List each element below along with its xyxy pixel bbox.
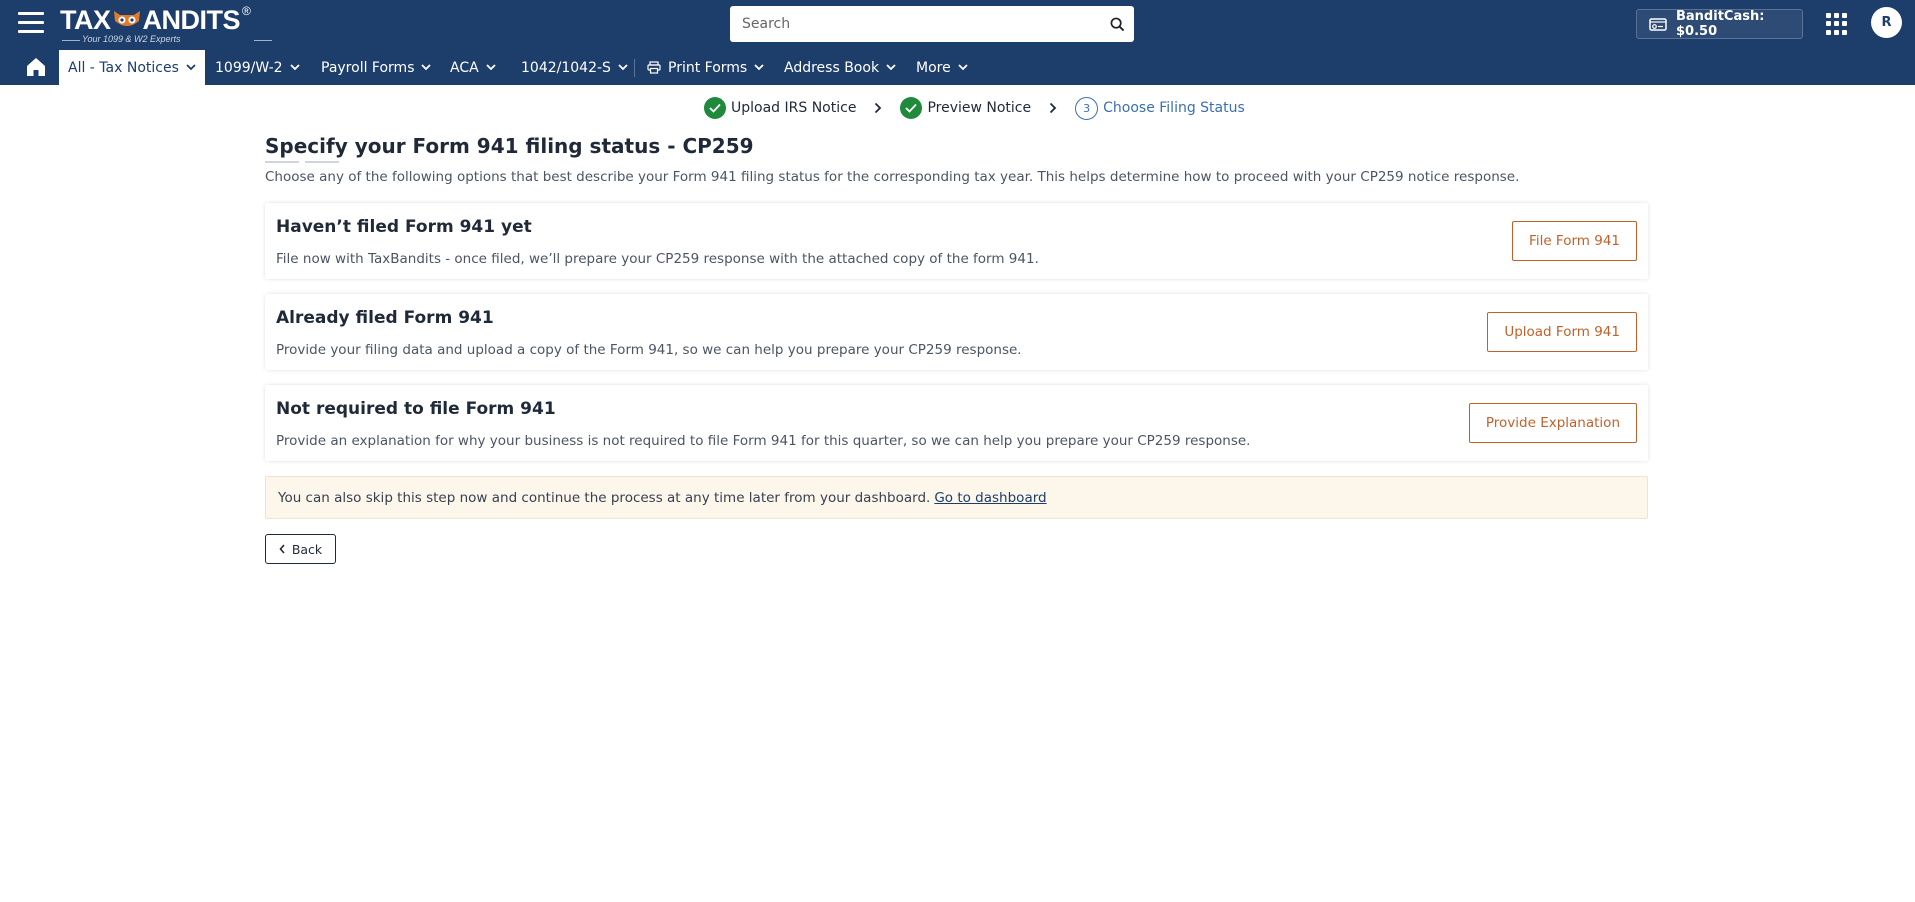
step-choose-filing-status: Choose Filing Status — [1103, 100, 1245, 116]
option-title: Already filed Form 941 — [276, 308, 494, 328]
logo-text-left: TAX — [60, 5, 111, 35]
chevron-right-icon — [1049, 102, 1057, 114]
chevron-down-icon — [886, 64, 896, 71]
nav-more[interactable]: More — [916, 50, 968, 85]
option-card-not-required: Not required to file Form 941 Provide an… — [265, 385, 1648, 461]
chevron-right-icon — [874, 102, 882, 114]
nav-all-tax-notices[interactable]: All - Tax Notices — [59, 50, 205, 85]
nav-item-label: Payroll Forms — [321, 59, 415, 76]
provide-explanation-button[interactable]: Provide Explanation — [1468, 403, 1637, 443]
nav-item-label: 1042/1042-S — [521, 59, 611, 76]
option-description: Provide your filing data and upload a co… — [276, 342, 1022, 358]
skip-text: You can also skip this step now and cont… — [278, 489, 931, 506]
option-title: Haven’t filed Form 941 yet — [276, 217, 532, 237]
search-box — [730, 6, 1134, 42]
home-icon[interactable] — [25, 56, 47, 78]
go-to-dashboard-link[interactable]: Go to dashboard — [934, 490, 1046, 506]
bandit-cash-button[interactable]: BanditCash: $0.50 — [1636, 9, 1803, 39]
chevron-down-icon — [186, 64, 196, 71]
progress-stepper: Upload IRS Notice Preview Notice 3 Choos… — [704, 96, 1245, 120]
nav-1099-w2[interactable]: 1099/W-2 — [215, 50, 300, 85]
chevron-down-icon — [618, 64, 628, 71]
search-icon[interactable] — [1100, 6, 1134, 42]
owl-mask-icon — [112, 7, 142, 29]
search-input[interactable] — [730, 6, 1100, 42]
chevron-left-icon — [279, 544, 285, 554]
skip-info-banner: You can also skip this step now and cont… — [265, 476, 1648, 519]
option-description: Provide an explanation for why your busi… — [276, 433, 1251, 449]
option-description: File now with TaxBandits - once filed, w… — [276, 251, 1039, 267]
logo-tagline: Your 1099 & W2 Experts — [61, 34, 273, 44]
wallet-icon — [1649, 17, 1667, 32]
nav-divider — [634, 59, 635, 77]
hamburger-menu-icon[interactable] — [18, 12, 44, 34]
top-header: TAX ANDITS ® Your 1099 & W2 Experts Sear… — [0, 0, 1915, 85]
apps-grid-icon[interactable] — [1826, 13, 1848, 35]
logo-registered-mark: ® — [242, 4, 251, 18]
chevron-down-icon — [421, 64, 432, 71]
logo-text-right: ANDITS — [142, 5, 241, 35]
option-title: Not required to file Form 941 — [276, 399, 556, 419]
nav-item-label: All - Tax Notices — [68, 59, 179, 76]
nav-print-forms[interactable]: Print Forms — [647, 50, 764, 85]
nav-item-label: ACA — [450, 59, 479, 76]
nav-1042[interactable]: 1042/1042-S — [521, 50, 628, 85]
upload-form-941-button[interactable]: Upload Form 941 — [1487, 312, 1637, 352]
main-nav: All - Tax Notices 1099/W-2 Payroll Forms… — [0, 50, 1915, 85]
option-card-not-filed: Haven’t filed Form 941 yet File now with… — [265, 203, 1648, 279]
chevron-down-icon — [289, 64, 300, 71]
nav-address-book[interactable]: Address Book — [784, 50, 896, 85]
bandit-cash-label: BanditCash: $0.50 — [1676, 9, 1765, 39]
check-icon — [900, 97, 923, 119]
nav-payroll-forms[interactable]: Payroll Forms — [321, 50, 432, 85]
chevron-down-icon — [958, 64, 968, 71]
nav-item-label: More — [916, 59, 951, 76]
check-icon — [704, 97, 726, 119]
step-number-badge: 3 — [1075, 96, 1099, 120]
back-button[interactable]: Back — [265, 534, 336, 564]
nav-item-label: 1099/W-2 — [215, 59, 283, 76]
title-underline — [305, 161, 339, 163]
file-form-941-button[interactable]: File Form 941 — [1512, 221, 1637, 261]
option-card-already-filed: Already filed Form 941 Provide your fili… — [265, 294, 1648, 370]
title-underline — [265, 161, 299, 163]
page-description: Choose any of the following options that… — [265, 169, 1520, 185]
printer-icon — [647, 61, 661, 74]
step-preview-notice: Preview Notice — [927, 100, 1032, 116]
page-title: Specify your Form 941 filing status - CP… — [265, 134, 754, 158]
chevron-down-icon — [754, 64, 764, 71]
nav-item-label: Print Forms — [668, 59, 748, 76]
nav-aca[interactable]: ACA — [450, 50, 496, 85]
taxbandits-logo[interactable]: TAX ANDITS ® Your 1099 & W2 Experts — [60, 4, 273, 44]
nav-item-label: Address Book — [784, 59, 880, 76]
back-button-label: Back — [291, 541, 323, 557]
user-avatar[interactable]: R — [1871, 7, 1902, 38]
chevron-down-icon — [486, 64, 496, 71]
step-upload-irs-notice: Upload IRS Notice — [731, 100, 857, 116]
